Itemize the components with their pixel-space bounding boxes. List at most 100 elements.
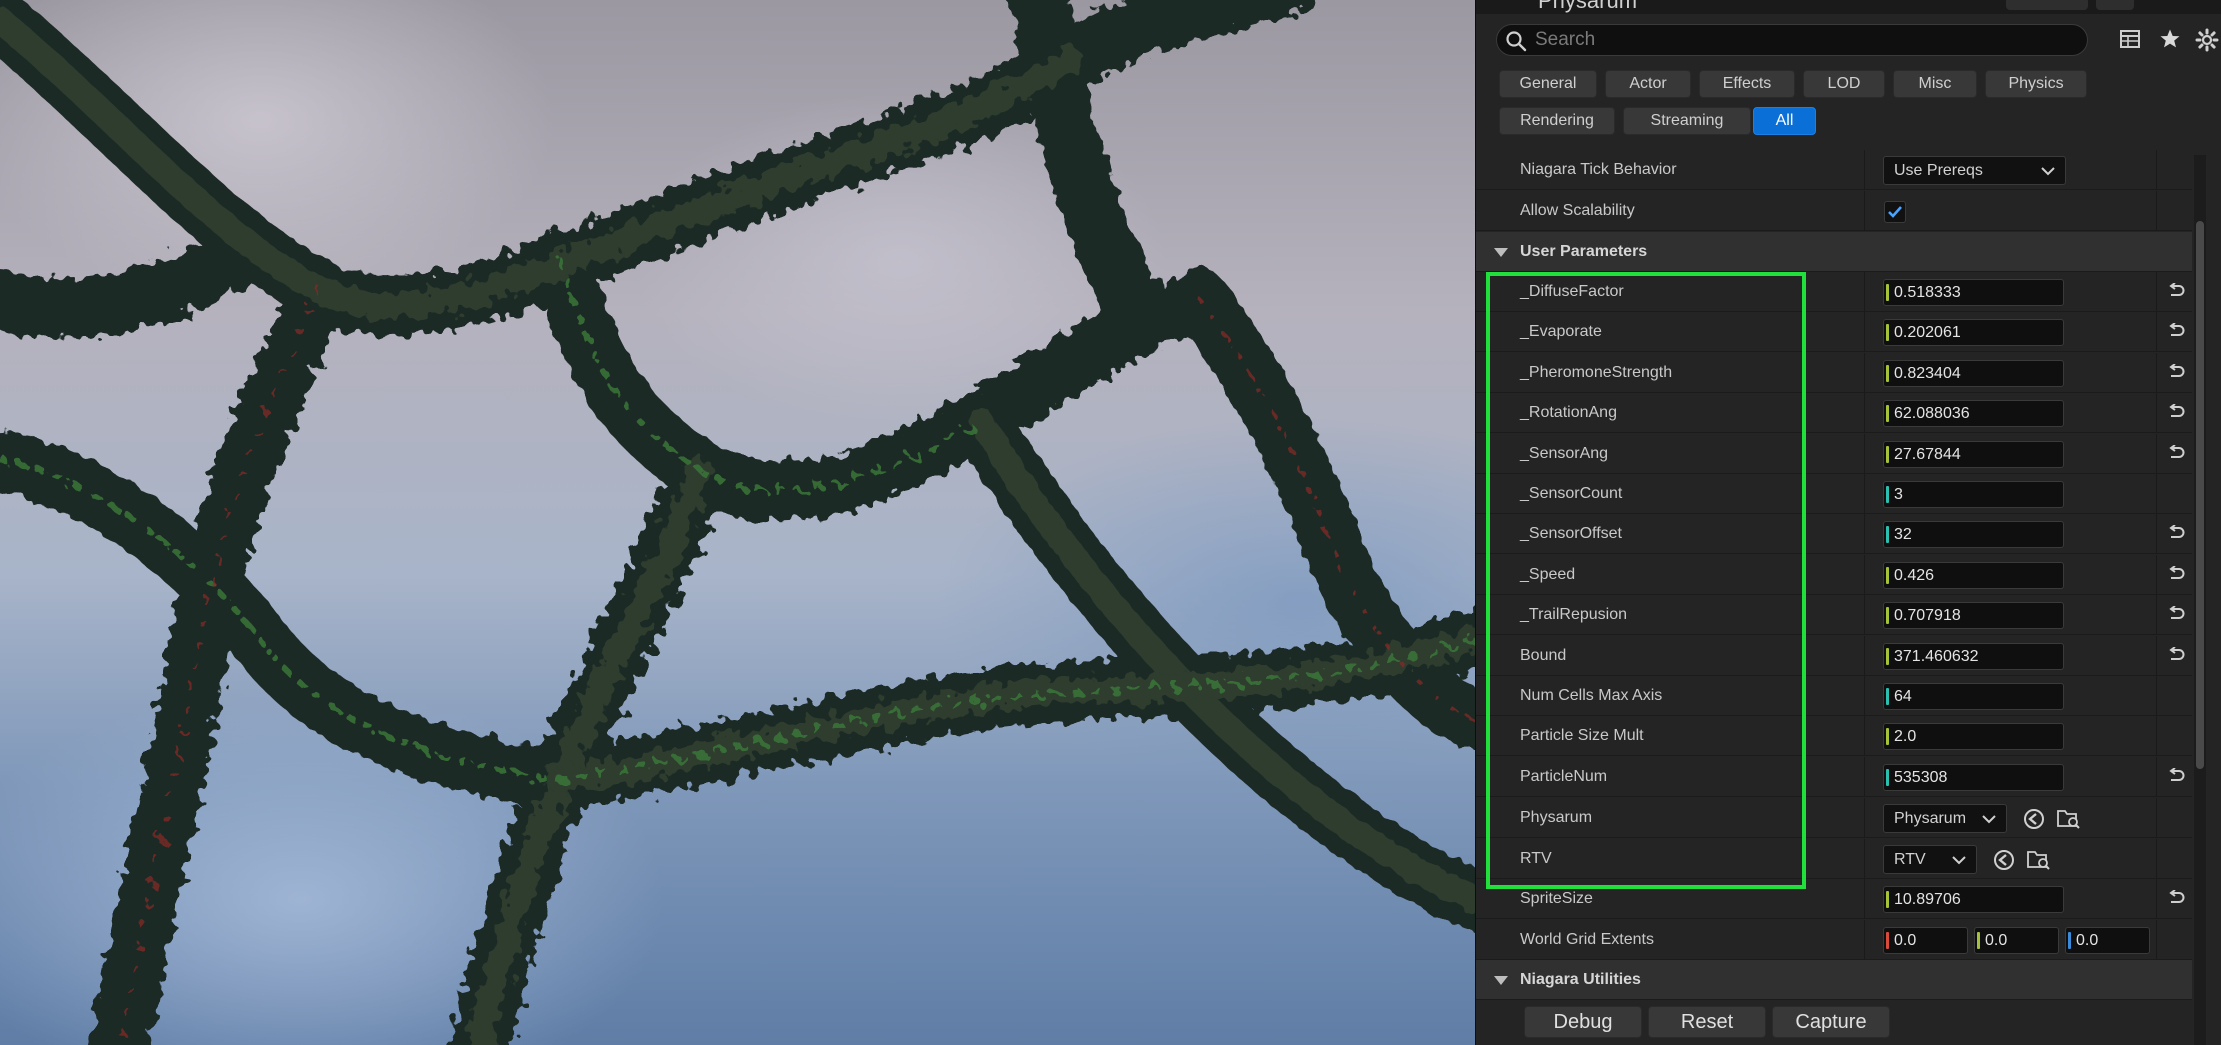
param-row: _SensorCount 3: [1476, 474, 2192, 514]
prop-row-physarum: Physarum Physarum: [1476, 798, 2192, 838]
dropdown-value: Use Prereqs: [1894, 162, 1983, 179]
chevron-down-icon: [1952, 856, 1966, 865]
collapse-triangle-icon: [1494, 976, 1508, 985]
param-row: _DiffuseFactor 0.518333: [1476, 272, 2192, 312]
world-grid-z-input[interactable]: 0.0: [2065, 927, 2150, 954]
reset-arrow-icon[interactable]: [2167, 364, 2185, 380]
param-value-input[interactable]: 0.202061: [1883, 319, 2064, 346]
param-label: _SensorAng: [1520, 445, 1609, 462]
param-row: _Speed 0.426: [1476, 555, 2192, 595]
param-value-input[interactable]: 64: [1883, 683, 2064, 710]
world-grid-y-input[interactable]: 0.0: [1974, 927, 2059, 954]
allow-scalability-checkbox[interactable]: [1884, 201, 1906, 223]
reset-arrow-icon[interactable]: [2167, 606, 2185, 622]
param-value-input[interactable]: 0.707918: [1883, 602, 2064, 629]
browse-folder-icon[interactable]: [2056, 808, 2082, 830]
section-niagara-utilities[interactable]: Niagara Utilities: [1476, 960, 2192, 1000]
filter-rendering[interactable]: Rendering: [1499, 107, 1615, 135]
section-user-parameters[interactable]: User Parameters: [1476, 232, 2192, 272]
filter-general[interactable]: General: [1499, 70, 1597, 98]
scrollbar-thumb[interactable]: [2196, 221, 2204, 769]
filter-streaming[interactable]: Streaming: [1623, 107, 1751, 135]
param-row: Particle Size Mult 2.0: [1476, 716, 2192, 756]
reset-arrow-icon[interactable]: [2167, 890, 2185, 906]
param-label: _SensorOffset: [1520, 525, 1622, 542]
prop-row-allow-scalability: Allow Scalability: [1476, 191, 2192, 231]
reset-arrow-icon[interactable]: [2167, 525, 2185, 541]
param-value-input[interactable]: 32: [1883, 521, 2064, 548]
star-icon[interactable]: [2159, 28, 2181, 50]
param-label: _Evaporate: [1520, 323, 1602, 340]
filter-actor[interactable]: Actor: [1605, 70, 1691, 98]
prop-row-world-grid-extents: World Grid Extents 0.0 0.0 0.0: [1476, 920, 2192, 960]
collapse-triangle-icon: [1494, 248, 1508, 257]
chevron-down-icon: [2041, 167, 2055, 176]
particle-render: [0, 0, 1475, 1045]
param-value-input[interactable]: 3: [1883, 481, 2064, 508]
filter-effects[interactable]: Effects: [1699, 70, 1795, 98]
panel-title: Physarum: [1538, 0, 1638, 13]
capture-button[interactable]: Capture: [1772, 1006, 1890, 1038]
param-value-input[interactable]: 0.518333: [1883, 279, 2064, 306]
spritesize-input[interactable]: 10.89706: [1883, 886, 2064, 913]
search-box[interactable]: [1496, 24, 2088, 56]
table-icon[interactable]: [2119, 28, 2141, 50]
param-row: ParticleNum 535308: [1476, 757, 2192, 797]
reset-arrow-icon[interactable]: [2167, 404, 2185, 420]
browse-back-icon[interactable]: [2022, 808, 2046, 830]
param-value-input[interactable]: 0.426: [1883, 562, 2064, 589]
titlebar-button[interactable]: [2006, 0, 2088, 10]
param-row: _RotationAng 62.088036: [1476, 393, 2192, 433]
debug-button[interactable]: Debug: [1524, 1006, 1642, 1038]
filter-misc[interactable]: Misc: [1893, 70, 1977, 98]
panel-titlebar: Physarum: [1476, 0, 2221, 14]
gear-icon[interactable]: [2195, 28, 2219, 52]
reset-arrow-icon[interactable]: [2167, 566, 2185, 582]
param-value-input[interactable]: 535308: [1883, 764, 2064, 791]
section-title: Niagara Utilities: [1520, 971, 1641, 988]
section-title: User Parameters: [1520, 243, 1648, 260]
rtv-asset-dropdown[interactable]: RTV: [1883, 845, 1977, 874]
param-row: _Evaporate 0.202061: [1476, 312, 2192, 352]
search-row: [1476, 20, 2221, 60]
reset-arrow-icon[interactable]: [2167, 445, 2185, 461]
tick-behavior-dropdown[interactable]: Use Prereqs: [1883, 156, 2066, 185]
dropdown-value: RTV: [1894, 851, 1926, 868]
prop-row-spritesize: SpriteSize 10.89706: [1476, 879, 2192, 919]
filter-all[interactable]: All: [1753, 107, 1816, 135]
param-value-input[interactable]: 62.088036: [1883, 400, 2064, 427]
world-grid-x-input[interactable]: 0.0: [1883, 927, 1968, 954]
param-label: _Speed: [1520, 566, 1576, 583]
titlebar-button[interactable]: [2096, 0, 2134, 10]
prop-label: World Grid Extents: [1520, 931, 1654, 948]
prop-label: RTV: [1520, 850, 1552, 867]
param-row: _TrailRepusion 0.707918: [1476, 595, 2192, 635]
browse-folder-icon[interactable]: [2026, 849, 2052, 871]
dropdown-value: Physarum: [1894, 810, 1967, 827]
physarum-asset-dropdown[interactable]: Physarum: [1883, 804, 2007, 833]
param-value-input[interactable]: 371.460632: [1883, 643, 2064, 670]
param-value-input[interactable]: 27.67844: [1883, 441, 2064, 468]
param-label: ParticleNum: [1520, 768, 1608, 785]
filter-physics[interactable]: Physics: [1985, 70, 2087, 98]
param-value-input[interactable]: 2.0: [1883, 723, 2064, 750]
checkmark-icon: [1888, 206, 1902, 218]
reset-arrow-icon[interactable]: [2167, 283, 2185, 299]
search-input[interactable]: [1535, 27, 2075, 53]
param-label: Particle Size Mult: [1520, 727, 1644, 744]
panel-scrollbar[interactable]: [2194, 155, 2206, 1045]
reset-arrow-icon[interactable]: [2167, 768, 2185, 784]
filter-lod[interactable]: LOD: [1803, 70, 1885, 98]
reset-arrow-icon[interactable]: [2167, 647, 2185, 663]
param-value-input[interactable]: 0.823404: [1883, 360, 2064, 387]
prop-label: SpriteSize: [1520, 890, 1593, 907]
reset-arrow-icon[interactable]: [2167, 323, 2185, 339]
param-row: Bound 371.460632: [1476, 636, 2192, 676]
prop-label: Physarum: [1520, 809, 1593, 826]
search-icon: [1506, 31, 1527, 52]
param-label: _RotationAng: [1520, 404, 1617, 421]
viewport[interactable]: [0, 0, 1475, 1045]
reset-button[interactable]: Reset: [1648, 1006, 1766, 1038]
param-row: _SensorOffset 32: [1476, 514, 2192, 554]
browse-back-icon[interactable]: [1992, 849, 2016, 871]
